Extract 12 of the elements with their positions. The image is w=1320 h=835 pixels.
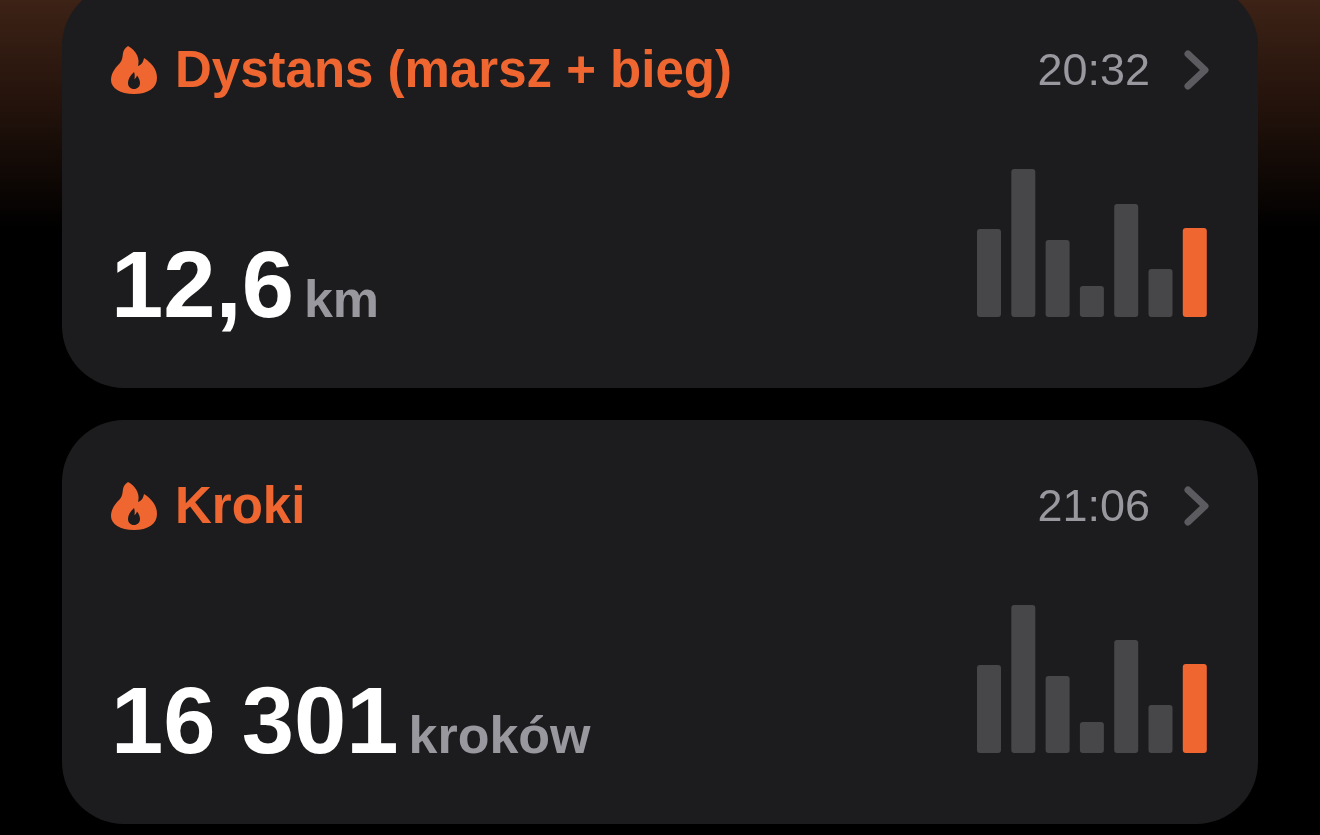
flame-icon <box>111 46 157 95</box>
unit-label: km <box>303 273 380 325</box>
value-text: 16 301 <box>111 674 399 768</box>
chevron-icon <box>1184 486 1210 527</box>
chevron-icon <box>1184 50 1210 91</box>
value-text: 12,6 <box>111 238 294 332</box>
time-label: 20:32 <box>1037 45 1150 95</box>
card-title: Dystans (marsz + bieg) <box>175 42 732 99</box>
time-label: 21:06 <box>1037 481 1150 531</box>
flame-icon <box>111 482 157 531</box>
unit-label: kroków <box>408 709 591 761</box>
card-title: Kroki <box>175 478 306 535</box>
